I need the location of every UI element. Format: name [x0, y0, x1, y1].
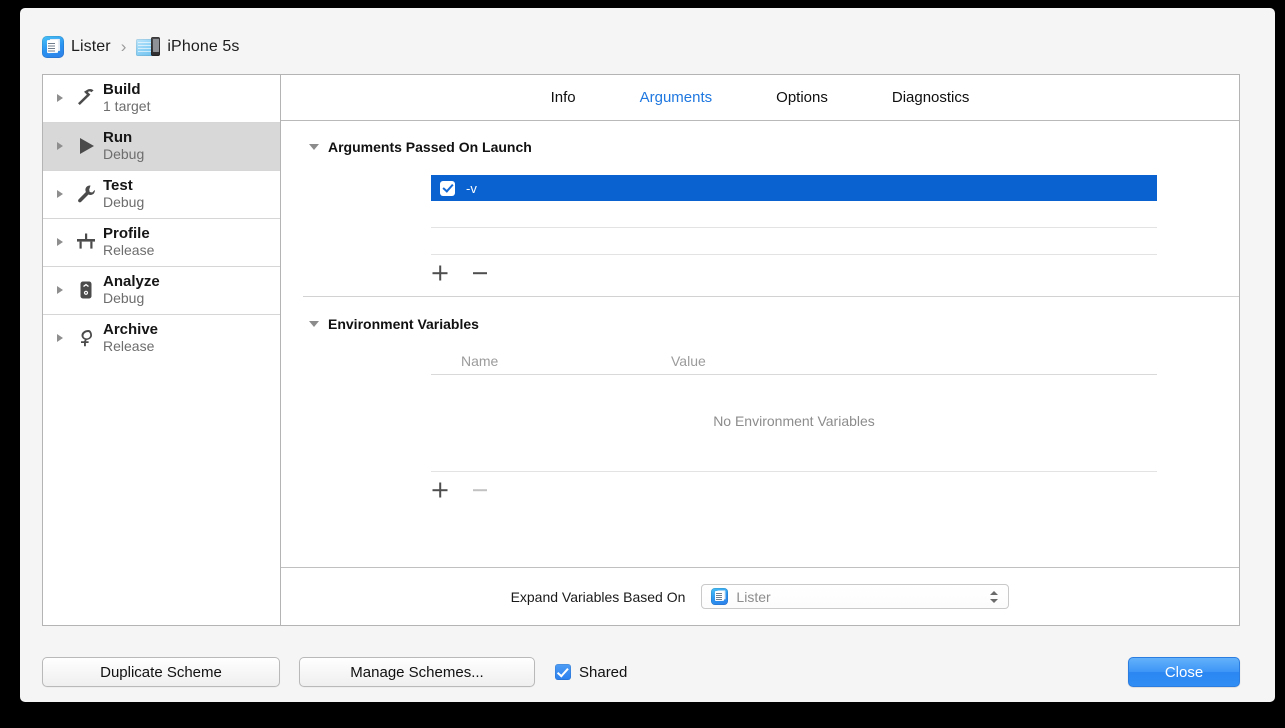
instrument-icon [71, 231, 101, 253]
sidebar-item-title: Analyze [103, 272, 160, 290]
arguments-table-controls [281, 262, 1239, 284]
table-rule [431, 254, 1157, 255]
disclosure-triangle-down-icon[interactable] [309, 144, 319, 150]
breadcrumb-separator-icon: › [120, 37, 127, 56]
sidebar-item-subtitle: Debug [103, 193, 145, 210]
dialog-button-bar: Duplicate Scheme Manage Schemes... Share… [42, 656, 1240, 688]
argument-empty-row [431, 201, 1157, 227]
add-environment-variable-button[interactable] [426, 479, 454, 501]
breadcrumb-scheme[interactable]: Lister [42, 36, 111, 58]
analyze-icon [71, 279, 101, 301]
tab-info[interactable]: Info [548, 87, 579, 108]
arguments-section-title: Arguments Passed On Launch [328, 139, 532, 155]
sidebar-item-title: Run [103, 128, 133, 146]
environment-section-header[interactable]: Environment Variables [281, 316, 1239, 332]
wrench-icon [71, 183, 101, 205]
environment-table: Name Value No Environment Variables [431, 353, 1157, 472]
sidebar-item-subtitle: Debug [103, 289, 145, 306]
tab-options[interactable]: Options [773, 87, 831, 108]
breadcrumb: Lister › iPhone 5s [42, 32, 239, 62]
chevron-up-down-icon [990, 589, 999, 605]
disclosure-triangle-icon[interactable] [57, 190, 71, 198]
tab-arguments[interactable]: Arguments [637, 87, 716, 108]
sidebar-item-subtitle: 1 target [103, 97, 151, 114]
sidebar-item-subtitle: Release [103, 337, 155, 354]
disclosure-triangle-icon[interactable] [57, 334, 71, 342]
sidebar-item-title: Profile [103, 224, 150, 242]
tab-bar: Info Arguments Options Diagnostics [281, 75, 1239, 121]
sidebar-item-title: Test [103, 176, 133, 194]
breadcrumb-destination-label: iPhone 5s [167, 38, 240, 55]
arguments-table: -v [431, 175, 1157, 255]
play-icon [71, 135, 101, 157]
disclosure-triangle-icon[interactable] [57, 238, 71, 246]
duplicate-scheme-button[interactable]: Duplicate Scheme [42, 657, 280, 687]
sidebar-item-build[interactable]: Build 1 target [43, 75, 280, 122]
arguments-section-header[interactable]: Arguments Passed On Launch [281, 139, 1239, 155]
expand-variables-bar: Expand Variables Based On Lister [281, 567, 1239, 625]
environment-table-controls [281, 479, 1239, 501]
scheme-action-list: Build 1 target Run Debug Test Debug Prof… [43, 75, 281, 625]
sidebar-item-subtitle: Release [103, 241, 155, 258]
disclosure-triangle-down-icon[interactable] [309, 321, 319, 327]
environment-empty-message: No Environment Variables [713, 413, 875, 429]
breadcrumb-scheme-label: Lister [71, 38, 111, 55]
sidebar-item-run[interactable]: Run Debug [43, 123, 280, 170]
sidebar-item-test[interactable]: Test Debug [43, 171, 280, 218]
argument-value[interactable]: -v [466, 181, 477, 196]
add-argument-button[interactable] [426, 262, 454, 284]
settings-scroll-area: Arguments Passed On Launch -v Environmen… [281, 121, 1239, 567]
argument-checkbox[interactable] [440, 180, 455, 196]
scheme-editor-window: Lister › iPhone 5s Build 1 target Run De… [20, 8, 1275, 702]
argument-empty-row [431, 228, 1157, 254]
sidebar-item-title: Archive [103, 320, 159, 338]
column-header-value: Value [671, 353, 706, 369]
expand-variables-popup-button[interactable]: Lister [701, 584, 1010, 609]
scheme-content: Info Arguments Options Diagnostics Argum… [281, 75, 1239, 625]
remove-environment-variable-button [466, 479, 494, 501]
sidebar-item-analyze[interactable]: Analyze Debug [43, 267, 280, 314]
disclosure-triangle-icon[interactable] [57, 94, 71, 102]
shared-checkbox[interactable] [555, 664, 571, 680]
expand-variables-label: Expand Variables Based On [510, 588, 686, 605]
table-rule [431, 471, 1157, 472]
sidebar-item-archive[interactable]: Archive Release [43, 315, 280, 362]
close-button[interactable]: Close [1128, 657, 1240, 687]
disclosure-triangle-icon[interactable] [57, 142, 71, 150]
manage-schemes-button[interactable]: Manage Schemes... [299, 657, 535, 687]
argument-row[interactable]: -v [431, 175, 1157, 201]
sidebar-item-profile[interactable]: Profile Release [43, 219, 280, 266]
breadcrumb-destination[interactable]: iPhone 5s [136, 36, 240, 58]
hammer-icon [71, 87, 101, 109]
section-divider [303, 296, 1239, 297]
lister-app-icon [711, 588, 729, 605]
sidebar-item-subtitle: Debug [103, 145, 145, 162]
sidebar-item-title: Build [103, 80, 141, 98]
remove-argument-button[interactable] [466, 262, 494, 284]
shared-checkbox-group[interactable]: Shared [555, 664, 627, 681]
column-header-name: Name [461, 353, 499, 369]
scheme-panel: Build 1 target Run Debug Test Debug Prof… [42, 74, 1240, 626]
shared-label: Shared [579, 663, 628, 681]
archive-icon [71, 327, 101, 349]
iphone-device-icon [136, 36, 161, 58]
environment-section-title: Environment Variables [328, 316, 479, 332]
expand-variables-value: Lister [736, 588, 771, 605]
disclosure-triangle-icon[interactable] [57, 286, 71, 294]
environment-column-headers: Name Value [431, 353, 1157, 374]
lister-app-icon [42, 36, 64, 58]
tab-diagnostics[interactable]: Diagnostics [889, 87, 973, 108]
